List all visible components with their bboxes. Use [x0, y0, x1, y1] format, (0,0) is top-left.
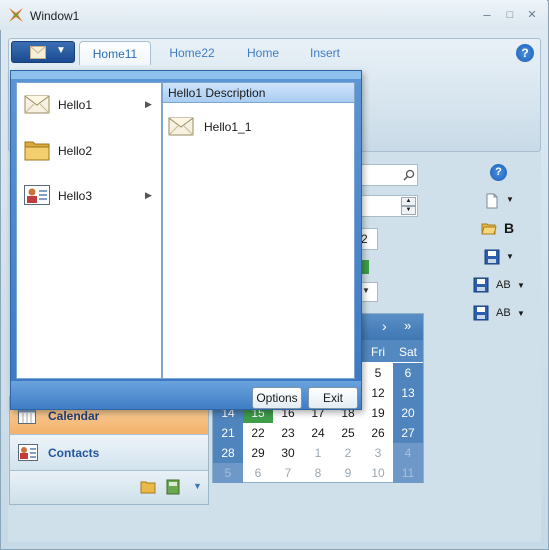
contact-card-icon [18, 444, 38, 461]
calendar-day[interactable]: 4 [393, 443, 423, 463]
calendar-day[interactable]: 1 [303, 443, 333, 463]
close-button[interactable]: ✕ [521, 6, 543, 24]
app-logo-icon [9, 8, 23, 22]
nav-item-label: Calendar [48, 409, 100, 423]
menu-item-hello2[interactable]: Hello2 [20, 136, 160, 166]
calendar-day[interactable]: 8 [303, 463, 333, 483]
title-bar[interactable] [0, 0, 547, 30]
chevron-down-icon: ▼ [56, 45, 66, 56]
description-header: Hello1 Description [163, 83, 354, 103]
calendar-day[interactable]: 6 [393, 363, 423, 383]
search-input[interactable] [356, 164, 418, 186]
calendar-icon [18, 408, 36, 424]
save-icon[interactable] [473, 305, 489, 321]
nav-item-contacts[interactable]: Contacts [10, 434, 208, 470]
color-swatch [361, 260, 369, 274]
calendar-day[interactable]: 26 [363, 423, 393, 443]
bold-button[interactable]: B [504, 220, 514, 236]
maximize-button[interactable]: □ [499, 6, 521, 24]
calendar-day[interactable]: 2 [333, 443, 363, 463]
calendar-day[interactable]: 30 [273, 443, 303, 463]
envelope-icon [24, 95, 50, 114]
envelope-icon [30, 46, 46, 59]
chevron-down-icon[interactable]: ▼ [517, 309, 525, 318]
numeric-stepper[interactable]: ▲ ▼ [356, 195, 418, 217]
menu-items-pane [16, 82, 162, 379]
nav-item-label: Contacts [48, 446, 100, 460]
calendar-day[interactable]: 29 [243, 443, 273, 463]
application-menu-button[interactable]: ▼ [11, 41, 75, 63]
calendar-day[interactable]: 7 [273, 463, 303, 483]
calendar-day[interactable]: 20 [393, 403, 423, 423]
exit-button[interactable]: Exit [308, 387, 358, 409]
calendar-day[interactable]: 3 [363, 443, 393, 463]
chevron-down-icon[interactable]: ▼ [506, 252, 514, 261]
open-folder-icon[interactable] [481, 220, 497, 236]
calendar-day[interactable]: 25 [333, 423, 363, 443]
chevron-down-icon[interactable]: ▼ [506, 195, 514, 204]
tab-home[interactable]: Home [242, 41, 284, 65]
calendar-day[interactable]: 9 [333, 463, 363, 483]
stepper-down-icon[interactable]: ▼ [401, 206, 416, 215]
chevron-down-icon[interactable]: ▼ [517, 281, 525, 290]
configure-buttons-icon[interactable]: ▼ [193, 481, 202, 491]
tab-home11[interactable]: Home11 [79, 41, 151, 65]
save-icon[interactable] [473, 277, 489, 293]
calendar-day[interactable]: 24 [303, 423, 333, 443]
search-icon [403, 169, 415, 181]
submenu-arrow-icon: ▶ [145, 99, 152, 109]
calendar-day[interactable]: 5 [363, 363, 393, 383]
minimize-button[interactable]: – [476, 6, 498, 24]
calendar-day[interactable]: 21 [213, 423, 243, 443]
menu-item-label: Hello1 [58, 98, 93, 112]
weekday-sat: Sat [398, 345, 417, 359]
new-document-icon[interactable] [484, 193, 500, 209]
tab-insert[interactable]: Insert [305, 41, 345, 65]
popup-top-strip [11, 71, 361, 79]
ab-button-2[interactable]: AB [496, 307, 511, 319]
nav-overflow-bar: ▼ [10, 470, 208, 504]
menu-item-label: Hello3 [58, 189, 93, 203]
menu-item-hello1[interactable]: Hello1 [20, 90, 160, 120]
calendar-day[interactable]: 6 [243, 463, 273, 483]
save-icon[interactable] [484, 249, 500, 265]
calendar-day[interactable]: 23 [273, 423, 303, 443]
calendar-day[interactable]: 5 [213, 463, 243, 483]
contact-card-icon [24, 185, 50, 205]
calendar-day[interactable]: 22 [243, 423, 273, 443]
notebook-icon[interactable] [166, 479, 180, 495]
calendar-day[interactable]: 13 [393, 383, 423, 403]
submenu-item-hello1-1[interactable]: Hello1_1 [166, 112, 346, 142]
calendar-day[interactable]: 10 [363, 463, 393, 483]
calendar-day[interactable]: 19 [363, 403, 393, 423]
chevron-down-icon: ▼ [362, 286, 370, 295]
menu-item-label: Hello2 [58, 144, 93, 158]
folder-icon [24, 141, 50, 161]
options-button[interactable]: Options [252, 387, 302, 409]
folder-icon[interactable] [140, 480, 156, 494]
calendar-day[interactable]: 28 [213, 443, 243, 463]
calendar-next-far-button[interactable]: » [404, 318, 411, 333]
tab-home22[interactable]: Home22 [164, 41, 220, 65]
calendar-next-button[interactable]: › [382, 318, 387, 334]
help-icon[interactable]: ? [516, 44, 534, 62]
window-title: Window1 [30, 9, 80, 23]
menu-item-hello3[interactable]: Hello3 [20, 181, 160, 211]
calendar-day[interactable]: 11 [393, 463, 423, 483]
envelope-icon [168, 117, 194, 136]
ab-button-1[interactable]: AB [496, 279, 511, 291]
submenu-item-label: Hello1_1 [204, 120, 252, 134]
submenu-arrow-icon: ▶ [145, 190, 152, 200]
stepper-up-icon[interactable]: ▲ [401, 197, 416, 206]
help-icon[interactable]: ? [490, 164, 507, 181]
calendar-day[interactable]: 12 [363, 383, 393, 403]
calendar-day[interactable]: 27 [393, 423, 423, 443]
weekday-fri: Fri [371, 345, 385, 359]
